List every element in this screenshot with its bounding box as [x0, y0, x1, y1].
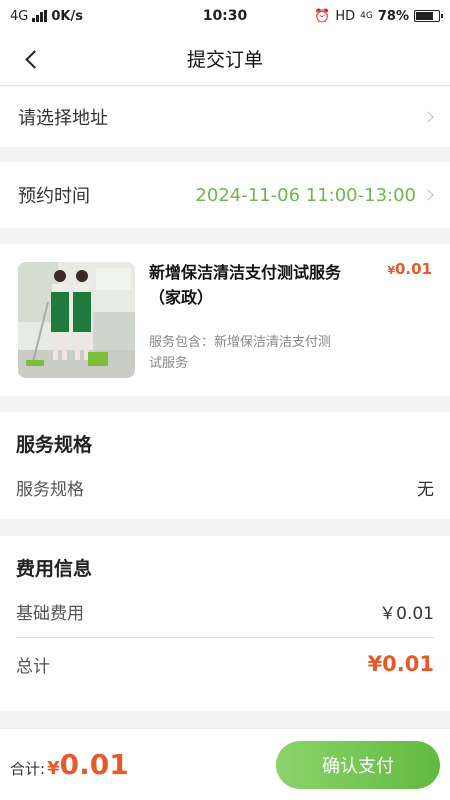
appointment-card: 预约时间 2024-11-06 11:00-13:00 — [0, 162, 450, 228]
spec-value: 无 — [417, 479, 434, 500]
spec-row: 服务规格 无 — [0, 463, 450, 511]
chevron-left-icon — [24, 49, 44, 69]
service-price: ¥0.01 — [387, 260, 432, 278]
confirm-pay-button[interactable]: 确认支付 — [276, 740, 440, 789]
service-price-value: 0.01 — [394, 260, 432, 278]
spec-section-title: 服务规格 — [16, 434, 93, 456]
status-left: 4G 0K/s — [10, 9, 160, 24]
battery-icon — [414, 10, 443, 22]
sum-label: 合计: — [10, 760, 46, 778]
status-time: 10:30 — [202, 8, 248, 24]
spec-label: 服务规格 — [16, 479, 84, 500]
currency-symbol: ¥ — [387, 264, 395, 277]
address-card: 请选择地址 — [0, 87, 450, 147]
nav-bar: 提交订单 — [0, 32, 450, 86]
appointment-value-wrap: 2024-11-06 11:00-13:00 — [195, 184, 434, 206]
base-fee-row: 基础费用 ￥0.01 — [0, 585, 450, 637]
network-speed: 0K/s — [51, 8, 83, 24]
hd-badge: HD — [335, 8, 356, 24]
chevron-right-icon — [422, 189, 434, 201]
spec-section: 服务规格 服务规格 无 — [0, 412, 450, 519]
address-selector[interactable]: 请选择地址 — [0, 87, 450, 147]
service-title: 新增保洁清洁支付测试服务（家政） — [149, 263, 342, 307]
battery-percent: 78% — [377, 8, 409, 24]
network-type: 4G — [10, 8, 29, 24]
appointment-selector[interactable]: 预约时间 2024-11-06 11:00-13:00 — [0, 162, 450, 228]
back-button[interactable] — [16, 44, 46, 74]
total-value: ¥0.01 — [367, 652, 434, 676]
total-row: 总计 ¥0.01 — [0, 638, 450, 690]
status-bar: 4G 0K/s 10:30 ⏰ HD 4G 78% — [0, 0, 450, 32]
base-fee-value: ￥0.01 — [379, 603, 434, 624]
battery-fill — [416, 12, 434, 20]
sum-currency: ¥ — [47, 758, 60, 779]
sum-amount: 0.01 — [59, 748, 129, 781]
sum-display: 合计: ¥ 0.01 — [10, 748, 129, 781]
address-placeholder: 请选择地址 — [18, 108, 108, 129]
service-description: 服务包含：新增保洁清洁支付测试服务 — [149, 335, 332, 371]
service-item-card[interactable]: 新增保洁清洁支付测试服务（家政） ¥0.01 服务包含：新增保洁清洁支付测试服务 — [0, 244, 450, 396]
status-right: ⏰ HD 4G 78% — [290, 8, 443, 24]
page-title: 提交订单 — [186, 49, 263, 71]
chevron-right-icon — [422, 111, 434, 123]
fee-section-title: 费用信息 — [16, 558, 93, 580]
fee-section: 费用信息 基础费用 ￥0.01 总计 ¥0.01 — [0, 536, 450, 711]
checkout-bar: 合计: ¥ 0.01 确认支付 — [0, 728, 450, 800]
service-image — [18, 262, 135, 378]
total-label: 总计 — [16, 656, 50, 677]
network-type-2: 4G — [360, 11, 373, 21]
appointment-label: 预约时间 — [18, 186, 90, 207]
base-fee-label: 基础费用 — [16, 603, 84, 624]
signal-icon — [32, 10, 48, 22]
alarm-icon: ⏰ — [314, 8, 331, 24]
appointment-value: 2024-11-06 11:00-13:00 — [195, 184, 416, 206]
